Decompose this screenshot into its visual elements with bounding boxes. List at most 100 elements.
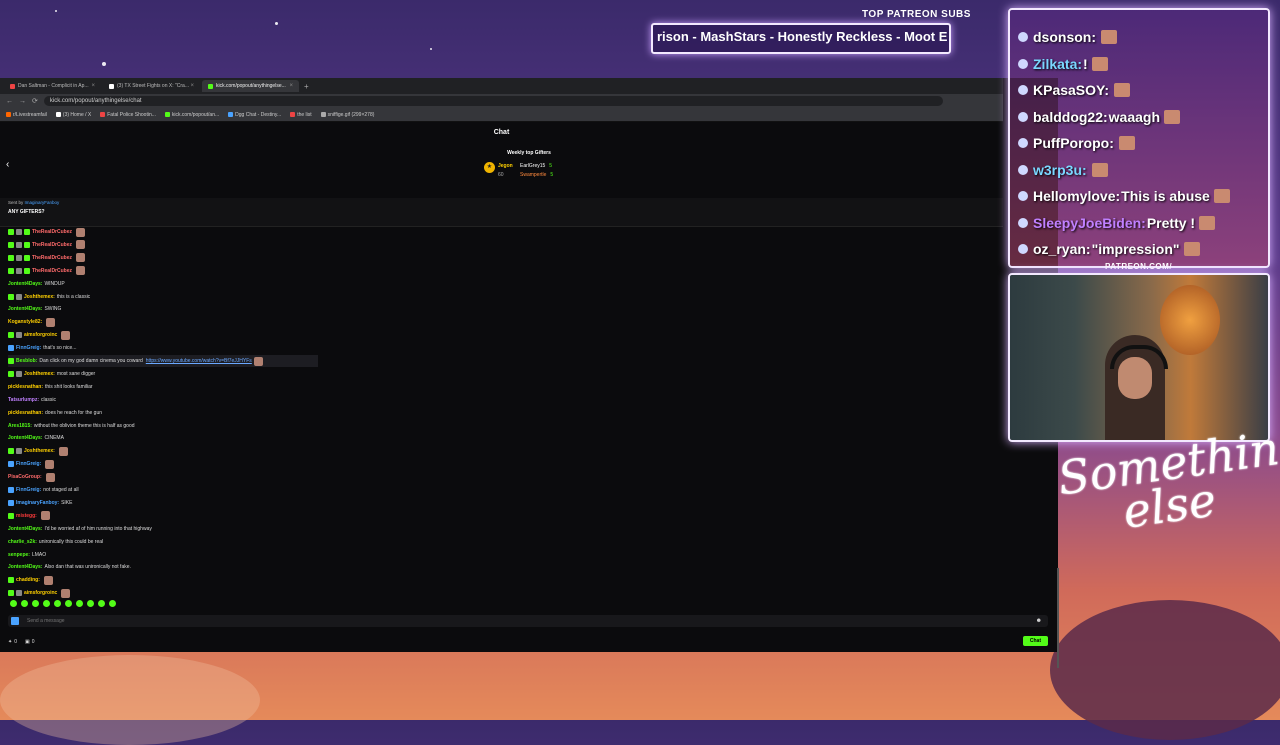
kick-icon — [11, 617, 19, 625]
bookmark-item[interactable]: kick.com/popout/an... — [164, 112, 219, 118]
emote-icon — [1101, 30, 1117, 44]
chat-username[interactable]: Joshthemex: — [24, 448, 55, 454]
gifter-item[interactable]: Jegon — [498, 161, 513, 170]
chat-text: WINDUP — [44, 280, 65, 287]
chat-username[interactable]: FinnGreig: — [16, 461, 41, 467]
gifters-title: Weekly top Gifters — [507, 150, 551, 156]
chat-scrollbar[interactable] — [1057, 568, 1059, 668]
chat-username[interactable]: FinnGreig: — [16, 345, 41, 351]
user-badge-icon — [8, 267, 14, 274]
chat-username[interactable]: Besblob: — [16, 358, 37, 364]
bookmark-favicon-icon — [228, 112, 234, 117]
close-tab-icon[interactable]: × — [190, 83, 194, 89]
emote-icon — [61, 330, 71, 340]
browser-tab[interactable]: (3) TX Street Fights on X: "Cra... × — [103, 80, 200, 92]
browser-tab-active[interactable]: kick.com/popout/anythingelse... × — [202, 80, 299, 92]
chat-message: Jontent4Days: Also dan that was unironica… — [8, 561, 131, 573]
overlay-chat-username: Hellomylove: — [1033, 188, 1121, 204]
emote-icon[interactable] — [98, 600, 105, 607]
chat-username[interactable]: TheRealDrCubez — [32, 255, 72, 261]
address-bar: ← → ⟳ kick.com/popout/anythingelse/chat — [0, 94, 1003, 108]
chat-username[interactable]: picklesnathan: — [8, 410, 43, 416]
chat-username[interactable]: Jontent4Days: — [8, 526, 42, 532]
chat-message: Ares1815: without the oblivion theme this… — [8, 420, 135, 432]
emote-icon[interactable] — [109, 600, 116, 607]
chat-message: Joshthemex: most sane digger — [8, 368, 95, 380]
chat-username[interactable]: Jontent4Days: — [8, 306, 42, 312]
bookmark-item[interactable]: Dgg Chat - Destiny... — [228, 112, 281, 118]
emote-icon — [40, 511, 50, 521]
bookmark-item[interactable]: (3) Home / X — [55, 112, 91, 118]
close-tab-icon[interactable]: × — [91, 83, 95, 89]
chat-username[interactable]: senpepe: — [8, 552, 30, 558]
user-badge-icon — [16, 229, 22, 235]
chat-username[interactable]: Jontent4Days: — [8, 435, 42, 441]
bookmark-item[interactable]: r/Livestreamfail — [6, 112, 47, 118]
chat-username[interactable]: Joshthemex: — [24, 294, 55, 300]
chat-username[interactable]: FinnGreig: — [16, 487, 41, 493]
chat-username[interactable]: Jontent4Days: — [8, 564, 42, 570]
back-icon[interactable]: ← — [6, 98, 13, 105]
overlay-chat-text: ! — [1083, 55, 1088, 72]
patreon-url: PATREON.COM/ — [1105, 262, 1173, 271]
points-count: 0 — [14, 639, 17, 645]
chat-username[interactable]: TheRealDrCubez — [32, 242, 72, 248]
pinned-message: Sent by ImaginaryFanboy ANY GIFTERS? — [0, 198, 1003, 227]
reload-icon[interactable]: ⟳ — [32, 97, 38, 105]
new-tab-icon[interactable]: + — [304, 82, 309, 91]
emote-icon[interactable] — [87, 600, 94, 607]
browser-tab[interactable]: Dan Saltman - Complicit in Ap... × — [4, 80, 101, 92]
chat-username[interactable]: TheRealDrCubez — [32, 229, 72, 235]
user-badge-icon — [8, 499, 14, 506]
chat-send-button[interactable]: Chat — [1022, 636, 1048, 646]
emoji-icon[interactable]: ☻ — [1036, 618, 1042, 624]
chat-username[interactable]: Joshthemex: — [24, 371, 55, 377]
chat-username[interactable]: Tatsurlumpz: — [8, 397, 39, 403]
chat-username[interactable]: Ares1815: — [8, 423, 32, 429]
gifter-item[interactable]: Swampertle 5 — [520, 170, 553, 179]
points-icon[interactable]: ✦ — [8, 639, 12, 645]
chat-username[interactable]: charlie_s2k: — [8, 539, 37, 545]
forward-icon[interactable]: → — [19, 98, 26, 105]
emote-icon — [76, 240, 86, 250]
emote-icon[interactable] — [21, 600, 28, 607]
gift-count: 0 — [31, 639, 35, 645]
chat-username[interactable]: picklesnathan: — [8, 384, 43, 390]
emote-icon[interactable] — [54, 600, 61, 607]
chat-username[interactable]: TheRealDrCubez — [32, 268, 72, 274]
kick-icon — [1018, 85, 1028, 95]
chat-message: TheRealDrCubez — [8, 252, 86, 264]
url-field[interactable]: kick.com/popout/anythingelse/chat — [43, 96, 943, 106]
chat-message: aimsforgroinc — [8, 587, 71, 599]
overlay-chat-text: "impression" — [1091, 241, 1180, 257]
chat-username[interactable]: chadding: — [16, 577, 40, 583]
send-message-input[interactable] — [25, 617, 929, 625]
overlay-chat-username: PuffPoropo: — [1033, 135, 1114, 151]
chat-username[interactable]: mistegg: — [16, 513, 37, 519]
emote-icon[interactable] — [43, 600, 50, 607]
chat-username[interactable]: aimsforgroinc — [24, 590, 57, 596]
emote-icon[interactable] — [32, 600, 39, 607]
close-tab-icon[interactable]: × — [289, 83, 293, 89]
pinned-sender[interactable]: ImaginaryFanboy — [25, 200, 60, 205]
bookmark-item[interactable]: sniffige.gif (299×278) — [320, 112, 374, 118]
bookmark-item[interactable]: the list — [290, 112, 312, 118]
chat-username[interactable]: aimsforgroinc — [24, 332, 57, 338]
emote-icon — [76, 227, 86, 237]
emote-icon[interactable] — [10, 600, 17, 607]
emote-icon[interactable] — [65, 600, 72, 607]
overlay-chat-username: oz_ryan: — [1033, 241, 1091, 257]
chat-text: not staged at all — [43, 487, 79, 493]
chevron-left-icon[interactable]: ‹ — [6, 159, 9, 170]
emote-icon[interactable] — [76, 600, 83, 607]
chat-username[interactable]: Koganstyle82: — [8, 319, 42, 325]
chat-username[interactable]: Jontent4Days: — [8, 281, 42, 287]
chat-message: ImaginaryFanboy: SIKE — [8, 497, 72, 509]
gifter-item[interactable]: EarlGrey15 5 — [520, 161, 553, 170]
chat-username[interactable]: ImaginaryFanboy: — [16, 500, 59, 506]
chat-username[interactable]: PisaCoGroup: — [8, 474, 42, 480]
chat-link[interactable]: https://www.youtube.com/watch?v=Bf7eJJHY… — [146, 358, 252, 364]
bookmark-item[interactable]: Fatal Police Shootin... — [100, 112, 156, 118]
emote-icon — [253, 356, 263, 366]
gift-icon[interactable]: ▣ — [25, 639, 30, 645]
